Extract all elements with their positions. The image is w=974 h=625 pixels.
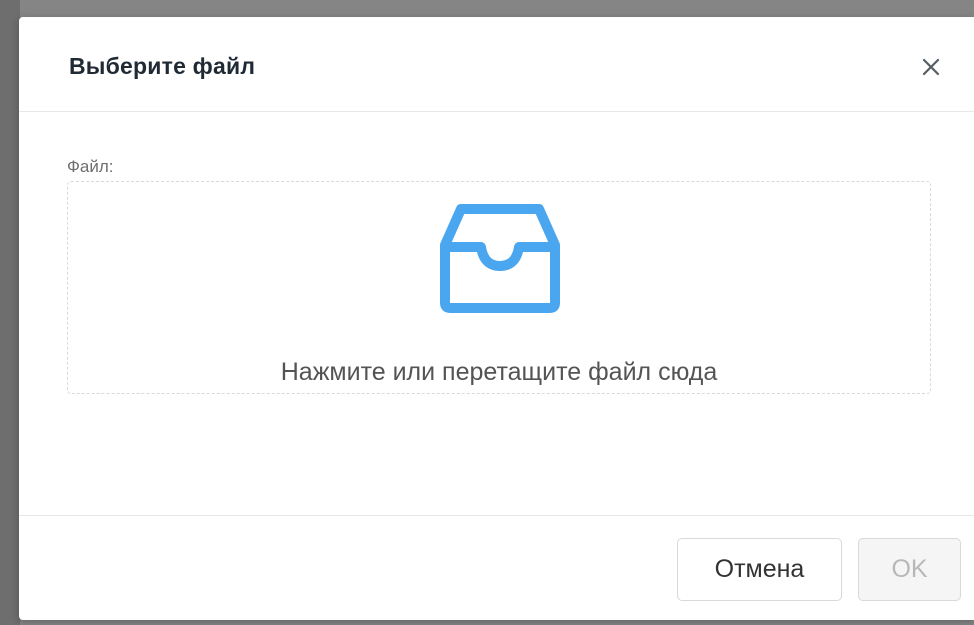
ok-button[interactable]: OK (858, 538, 961, 601)
backdrop-edge (0, 0, 20, 625)
inbox-icon (440, 204, 560, 313)
dialog-title: Выберите файл (69, 53, 256, 79)
dialog-header: Выберите файл (19, 17, 974, 112)
dropzone-hint: Нажмите или перетащите файл сюда (280, 358, 718, 386)
close-button[interactable] (915, 51, 947, 83)
file-dropzone[interactable]: Нажмите или перетащите файл сюда (67, 181, 931, 394)
cancel-button[interactable]: Отмена (677, 538, 842, 601)
file-select-dialog: Выберите файл Файл: Нажмите или перетащи… (19, 17, 974, 620)
close-icon (922, 58, 940, 76)
dialog-footer: Отмена OK (19, 515, 974, 620)
file-field-label: Файл: (67, 157, 114, 176)
